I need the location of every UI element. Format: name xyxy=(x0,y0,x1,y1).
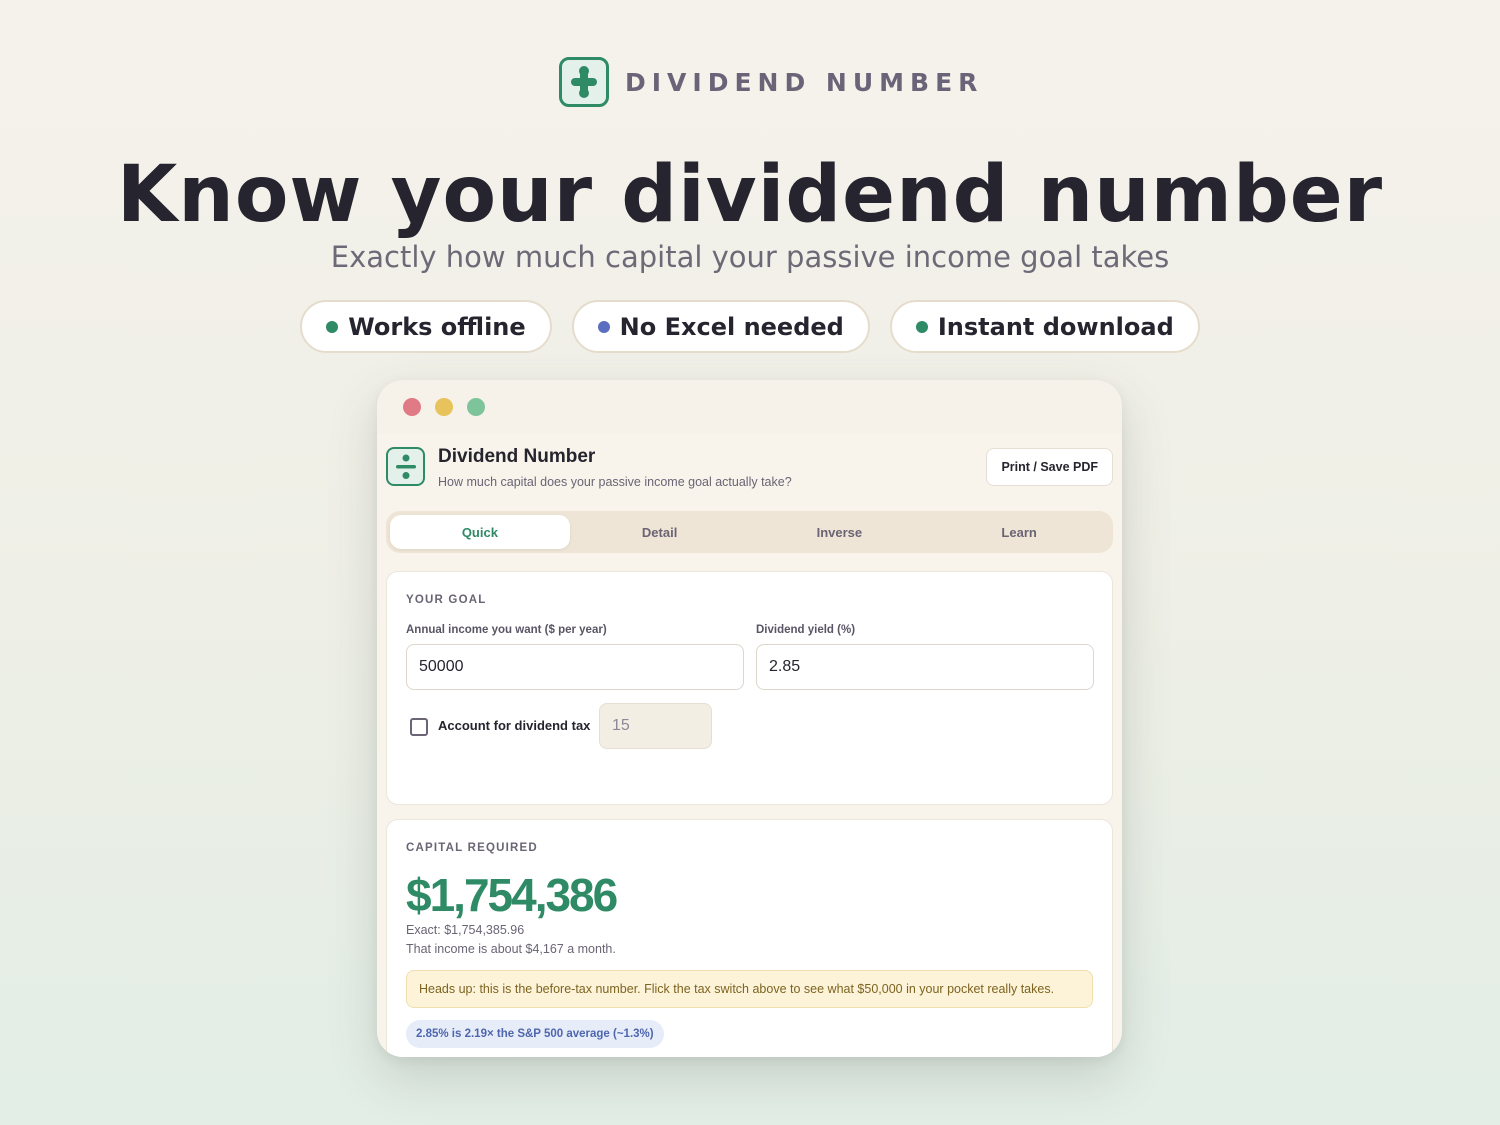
dividend-yield-input[interactable] xyxy=(756,644,1094,690)
status-dot-icon xyxy=(915,320,928,333)
capital-required-amount: $1,754,386 xyxy=(406,869,618,921)
maximize-window-icon[interactable] xyxy=(467,398,485,416)
divide-icon xyxy=(559,57,609,107)
tab-detail[interactable]: Detail xyxy=(570,515,750,549)
annual-income-input[interactable] xyxy=(406,644,744,690)
section-label: CAPITAL REQUIRED xyxy=(406,842,538,854)
app-content: Dividend Number How much capital does yo… xyxy=(377,434,1122,1057)
income-label: Annual income you want ($ per year) xyxy=(406,624,607,636)
goal-card: YOUR GOAL Annual income you want ($ per … xyxy=(386,571,1113,805)
brand-header: DIVIDEND NUMBER xyxy=(559,57,983,107)
monthly-income: That income is about $4,167 a month. xyxy=(406,942,616,956)
status-dot-icon xyxy=(326,320,339,333)
pill-label: Works offline xyxy=(348,312,526,341)
window-titlebar xyxy=(377,380,1122,434)
section-label: YOUR GOAL xyxy=(406,594,487,606)
print-save-pdf-button[interactable]: Print / Save PDF xyxy=(986,448,1113,486)
feature-pills: Works offline No Excel needed Instant do… xyxy=(0,300,1500,353)
hero-title: Know your dividend number xyxy=(116,150,1384,240)
divide-icon xyxy=(386,447,425,486)
tax-note-banner: Heads up: this is the before-tax number.… xyxy=(406,970,1093,1008)
hero-subtitle: Exactly how much capital your passive in… xyxy=(330,240,1170,274)
tab-quick[interactable]: Quick xyxy=(390,515,570,549)
dividend-tax-checkbox[interactable] xyxy=(410,718,428,736)
pill-label: No Excel needed xyxy=(619,312,844,341)
comparison-badge: 2.85% is 2.19× the S&P 500 average (~1.3… xyxy=(406,1020,664,1048)
exact-amount: Exact: $1,754,385.96 xyxy=(406,923,525,937)
pill-label: Instant download xyxy=(937,312,1174,341)
dividend-tax-label[interactable]: Account for dividend tax xyxy=(438,718,590,733)
app-title: Dividend Number xyxy=(438,446,596,467)
pill-no-excel: No Excel needed xyxy=(571,300,870,353)
pill-instant-download: Instant download xyxy=(889,300,1200,353)
mode-tabs: Quick Detail Inverse Learn xyxy=(386,511,1113,553)
app-subtitle: How much capital does your passive incom… xyxy=(438,475,792,489)
app-window: Dividend Number How much capital does yo… xyxy=(377,380,1122,1057)
brand-name: DIVIDEND NUMBER xyxy=(625,67,984,97)
tab-inverse[interactable]: Inverse xyxy=(750,515,930,549)
capital-card: CAPITAL REQUIRED $1,754,386 Exact: $1,75… xyxy=(386,819,1113,1057)
minimize-window-icon[interactable] xyxy=(435,398,453,416)
close-window-icon[interactable] xyxy=(403,398,421,416)
pill-works-offline: Works offline xyxy=(300,300,552,353)
yield-label: Dividend yield (%) xyxy=(756,624,856,636)
tab-learn[interactable]: Learn xyxy=(929,515,1109,549)
status-dot-icon xyxy=(597,320,610,333)
tax-rate-input[interactable] xyxy=(599,703,712,749)
